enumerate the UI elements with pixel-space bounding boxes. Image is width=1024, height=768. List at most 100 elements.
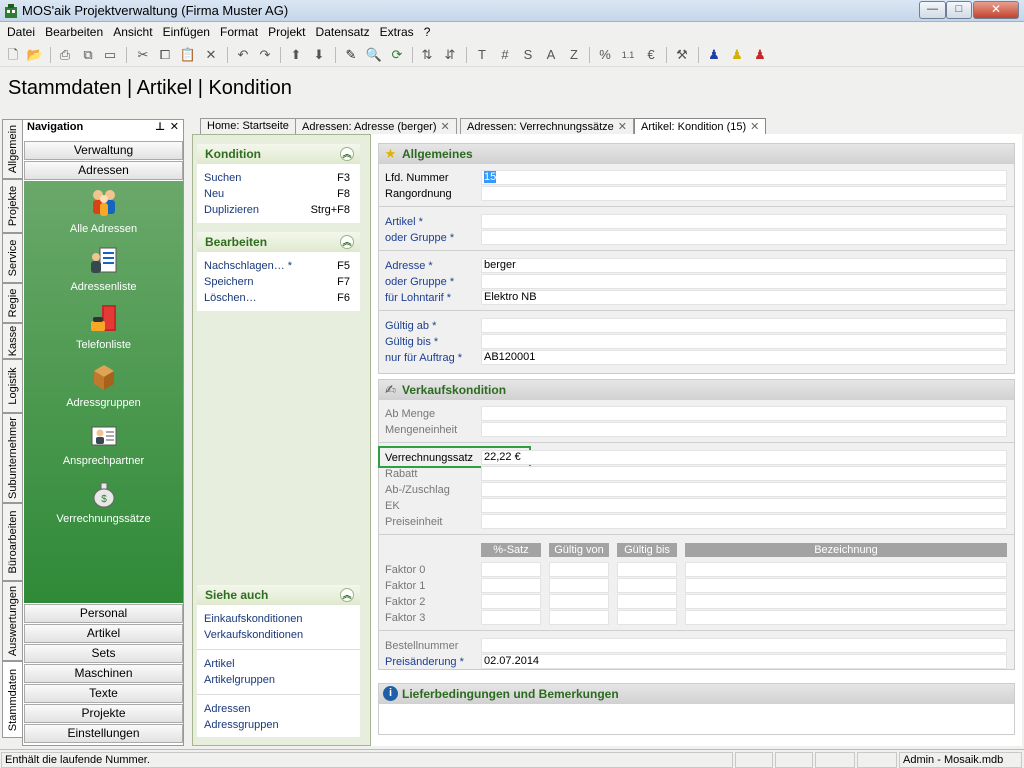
nav-personal-button[interactable]: Personal: [24, 604, 183, 623]
task-panel-header[interactable]: Bearbeiten ︽: [197, 232, 360, 252]
maximize-button[interactable]: □: [946, 1, 972, 19]
print-icon[interactable]: ⎙: [55, 45, 75, 65]
artikel-field[interactable]: [481, 214, 1007, 229]
faktor-2-bis[interactable]: [617, 594, 677, 609]
nav-item-telefonliste[interactable]: Telefonliste: [24, 303, 183, 351]
close-icon[interactable]: ✕: [170, 120, 179, 133]
section-header[interactable]: i Lieferbedingungen und Bemerkungen: [379, 684, 1014, 704]
menu-format[interactable]: Format: [220, 25, 258, 39]
vtab-service[interactable]: Service: [2, 233, 23, 283]
user-red-icon[interactable]: ♟: [750, 45, 770, 65]
gueltig-bis-field[interactable]: [481, 334, 1007, 349]
rabatt-field[interactable]: [481, 466, 1007, 481]
link-adressgruppen[interactable]: Adressgruppen: [197, 717, 360, 733]
faktor-1-satz[interactable]: [481, 578, 541, 593]
close-tab-icon[interactable]: ✕: [441, 121, 450, 133]
vtab-kasse[interactable]: Kasse: [2, 323, 23, 359]
vtab-regie[interactable]: Regie: [2, 283, 23, 323]
nav-projekte-button[interactable]: Projekte: [24, 704, 183, 723]
faktor-0-satz[interactable]: [481, 562, 541, 577]
faktor-2-satz[interactable]: [481, 594, 541, 609]
task-duplizieren[interactable]: Duplizieren Strg+F8: [197, 202, 360, 218]
ek-field[interactable]: [481, 498, 1007, 513]
zuschlag-field[interactable]: [481, 482, 1007, 497]
faktor-1-bis[interactable]: [617, 578, 677, 593]
faktor-3-satz[interactable]: [481, 610, 541, 625]
faktor-2-von[interactable]: [549, 594, 609, 609]
menu-ansicht[interactable]: Ansicht: [113, 25, 152, 39]
close-window-button[interactable]: ✕: [973, 1, 1019, 19]
hash-icon[interactable]: #: [495, 45, 515, 65]
link-einkaufskonditionen[interactable]: Einkaufskonditionen: [197, 611, 360, 627]
sort-descending-icon[interactable]: ⇵: [440, 45, 460, 65]
numbering-icon[interactable]: 1.1: [618, 45, 638, 65]
faktor-3-bezeichnung[interactable]: [685, 610, 1007, 625]
faktor-0-bis[interactable]: [617, 562, 677, 577]
tab-home-startseite[interactable]: Home: Startseite: [200, 118, 296, 134]
tab-adressen-adresse[interactable]: Adressen: Adresse (berger) ✕: [295, 118, 457, 134]
lfd-nummer-field[interactable]: 15: [481, 170, 1007, 185]
vtab-subunternehmer[interactable]: Subunternehmer: [2, 413, 23, 503]
artikel-gruppe-field[interactable]: [481, 230, 1007, 245]
format-a-icon[interactable]: A: [541, 45, 561, 65]
link-adressen[interactable]: Adressen: [197, 701, 360, 717]
faktor-1-von[interactable]: [549, 578, 609, 593]
pin-icon[interactable]: ⊥: [155, 120, 165, 133]
collapse-chevron-icon[interactable]: ︽: [340, 235, 354, 249]
edit-pencil-icon[interactable]: ✎: [341, 45, 361, 65]
nav-maschinen-button[interactable]: Maschinen: [24, 664, 183, 683]
task-loeschen[interactable]: Löschen… F6: [197, 290, 360, 306]
nav-item-verrechnungssaetze[interactable]: $ Verrechnungssätze: [24, 477, 183, 525]
nav-item-ansprechpartner[interactable]: Ansprechpartner: [24, 419, 183, 467]
verrechnungssatz-field[interactable]: 22,22 €: [481, 450, 1007, 465]
nav-adressen-button[interactable]: Adressen: [24, 161, 183, 180]
link-verkaufskonditionen[interactable]: Verkaufskonditionen: [197, 627, 360, 643]
cut-icon[interactable]: ✂: [133, 45, 153, 65]
nav-texte-button[interactable]: Texte: [24, 684, 183, 703]
tools-icon[interactable]: ⚒: [672, 45, 692, 65]
arrow-down-icon[interactable]: ⬇: [309, 45, 329, 65]
minimize-button[interactable]: —: [919, 1, 946, 19]
user-blue-icon[interactable]: ♟: [704, 45, 724, 65]
menu-datei[interactable]: Datei: [7, 25, 35, 39]
task-suchen[interactable]: Suchen F3: [197, 170, 360, 186]
close-tab-icon[interactable]: ✕: [750, 121, 759, 133]
lookup-icon[interactable]: 🔍: [364, 45, 384, 65]
text-format-icon[interactable]: T: [472, 45, 492, 65]
task-speichern[interactable]: Speichern F7: [197, 274, 360, 290]
menu-einfuegen[interactable]: Einfügen: [163, 25, 210, 39]
nav-sets-button[interactable]: Sets: [24, 644, 183, 663]
redo-icon[interactable]: ↷: [255, 45, 275, 65]
user-yellow-icon[interactable]: ♟: [727, 45, 747, 65]
nav-verwaltung-button[interactable]: Verwaltung: [24, 141, 183, 160]
nav-einstellungen-button[interactable]: Einstellungen: [24, 724, 183, 743]
task-panel-header[interactable]: Kondition ︽: [197, 144, 360, 164]
preisaenderung-field[interactable]: 02.07.2014: [481, 654, 1007, 669]
preiseinheit-field[interactable]: [481, 514, 1007, 529]
task-nachschlagen[interactable]: Nachschlagen… * F5: [197, 258, 360, 274]
page-setup-icon[interactable]: ▭: [100, 45, 120, 65]
link-artikelgruppen[interactable]: Artikelgruppen: [197, 672, 360, 688]
mengeneinheit-field[interactable]: [481, 422, 1007, 437]
copy-icon[interactable]: ⧠: [155, 45, 175, 65]
vtab-bueroarbeiten[interactable]: Büroarbeiten: [2, 503, 23, 581]
format-s-icon[interactable]: S: [518, 45, 538, 65]
nav-item-adressenliste[interactable]: Adressenliste: [24, 245, 183, 293]
ab-menge-field[interactable]: [481, 406, 1007, 421]
open-folder-icon[interactable]: 📂: [25, 45, 45, 65]
tab-adressen-verrechnungssaetze[interactable]: Adressen: Verrechnungssätze ✕: [460, 118, 634, 134]
task-panel-header[interactable]: Siehe auch ︽: [197, 585, 360, 605]
sort-ascending-icon[interactable]: ⇅: [417, 45, 437, 65]
vtab-projekte[interactable]: Projekte: [2, 179, 23, 233]
delete-icon[interactable]: ✕: [201, 45, 221, 65]
faktor-0-von[interactable]: [549, 562, 609, 577]
vtab-stammdaten[interactable]: Stammdaten: [2, 661, 23, 738]
gueltig-ab-field[interactable]: [481, 318, 1007, 333]
faktor-3-von[interactable]: [549, 610, 609, 625]
rangordnung-field[interactable]: [481, 186, 1007, 201]
refresh-icon[interactable]: ⟳: [387, 45, 407, 65]
menu-datensatz[interactable]: Datensatz: [316, 25, 370, 39]
undo-icon[interactable]: ↶: [233, 45, 253, 65]
menu-extras[interactable]: Extras: [380, 25, 414, 39]
vtab-allgemein[interactable]: Allgemein: [2, 119, 23, 179]
